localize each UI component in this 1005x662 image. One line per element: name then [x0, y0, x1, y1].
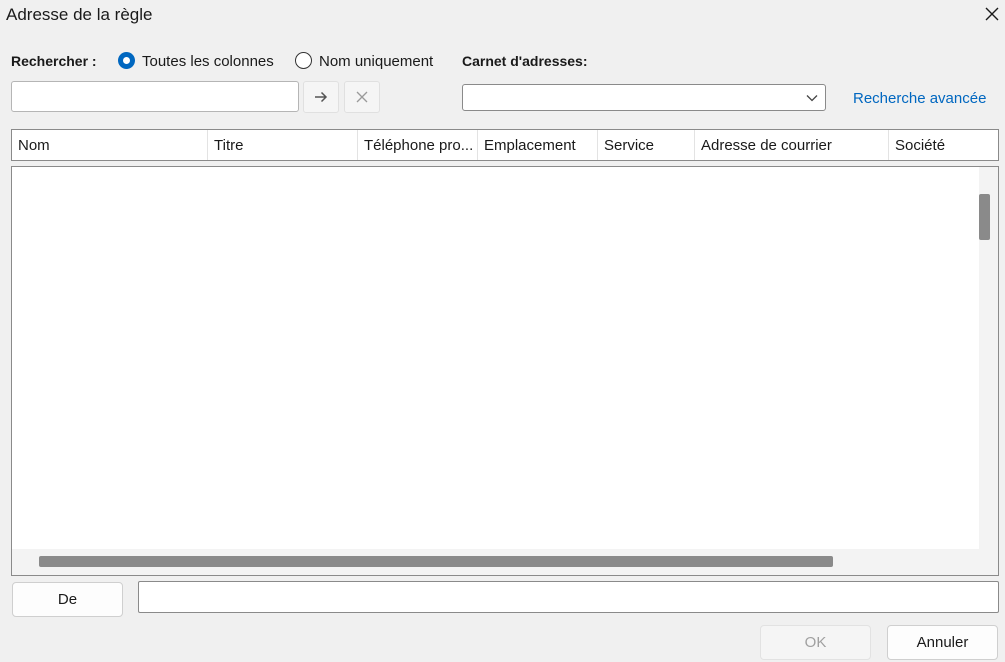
radio-all-columns[interactable] [118, 52, 135, 69]
address-book-label: Carnet d'adresses: [462, 53, 588, 69]
radio-all-columns-label[interactable]: Toutes les colonnes [142, 53, 274, 70]
clear-icon [356, 91, 368, 103]
search-label: Rechercher : [11, 53, 97, 69]
ok-button[interactable]: OK [760, 625, 871, 660]
vertical-scrollbar-thumb[interactable] [979, 194, 990, 240]
radio-name-only-label[interactable]: Nom uniquement [319, 53, 433, 70]
horizontal-scrollbar-thumb[interactable] [39, 556, 833, 567]
search-input[interactable] [11, 81, 299, 112]
column-header-department[interactable]: Service [598, 130, 695, 160]
search-clear-button[interactable] [344, 81, 380, 113]
cancel-button[interactable]: Annuler [887, 625, 998, 660]
column-header-location[interactable]: Emplacement [478, 130, 598, 160]
window-title: Adresse de la règle [6, 5, 153, 24]
column-header-email[interactable]: Adresse de courrier [695, 130, 889, 160]
arrow-right-icon [315, 91, 328, 103]
radio-name-only[interactable] [295, 52, 312, 69]
column-header-name[interactable]: Nom [12, 130, 208, 160]
chevron-down-icon [806, 95, 818, 102]
search-go-button[interactable] [303, 81, 339, 113]
column-header-company[interactable]: Société [889, 130, 998, 160]
results-list[interactable] [11, 166, 999, 576]
close-button[interactable] [980, 2, 1004, 26]
column-header-title[interactable]: Titre [208, 130, 358, 160]
from-field[interactable] [138, 581, 999, 613]
advanced-search-link[interactable]: Recherche avancée [853, 90, 986, 107]
from-button[interactable]: De [12, 582, 123, 617]
column-header-phone[interactable]: Téléphone pro... [358, 130, 478, 160]
address-book-dropdown[interactable] [462, 84, 826, 111]
close-icon [985, 7, 999, 21]
results-header: Nom Titre Téléphone pro... Emplacement S… [11, 129, 999, 161]
